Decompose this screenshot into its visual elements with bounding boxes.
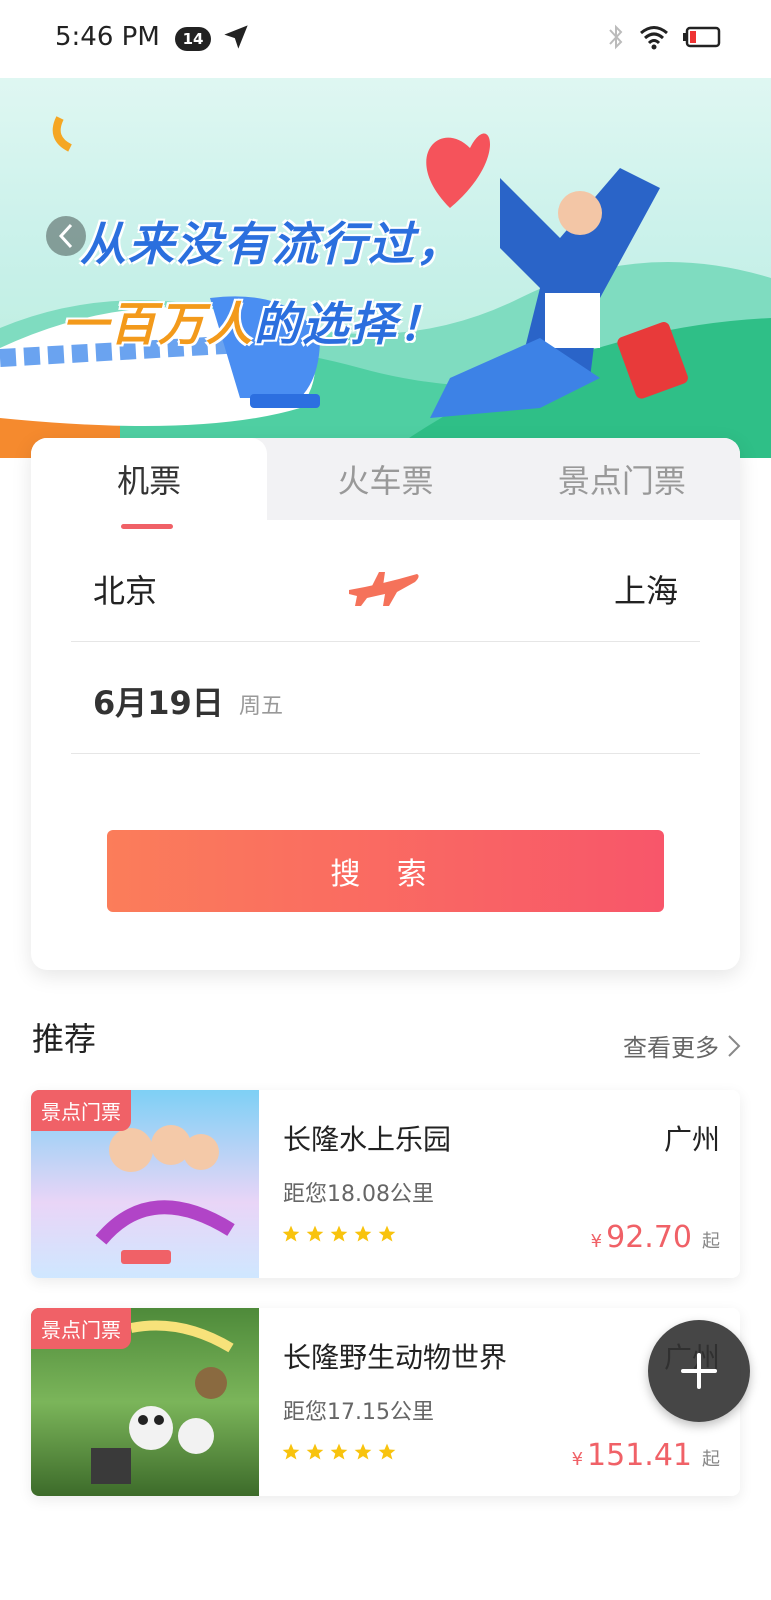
rating-stars (281, 1224, 397, 1244)
recommend-title: 推荐 (32, 1020, 97, 1058)
wifi-icon (640, 26, 668, 50)
star-icon (282, 1225, 300, 1242)
star-icon (354, 1225, 372, 1242)
star-icon (378, 1443, 396, 1460)
price-value: 92.70 (606, 1220, 692, 1255)
item-price: ¥ 151.41 起 (572, 1438, 720, 1473)
battery-icon (683, 26, 721, 48)
date-row[interactable]: 6月19日 周五 (71, 642, 700, 754)
view-more-label: 查看更多 (623, 1034, 719, 1062)
recommend-item[interactable]: 景点门票 长隆野生动物世界 广州 距您17.15公里 ¥ 151.41 起 (31, 1308, 740, 1496)
booking-card: 机票 火车票 景点门票 北京 上海 6月19日 周五 搜 索 (31, 438, 740, 970)
currency-symbol: ¥ (590, 1231, 603, 1252)
departure-weekday: 周五 (239, 694, 284, 719)
status-bar: 5:46 PM 14 (0, 0, 771, 78)
bluetooth-icon (609, 24, 623, 50)
star-icon (306, 1225, 324, 1242)
route-row: 北京 上海 (71, 538, 700, 642)
category-tag: 景点门票 (31, 1308, 131, 1349)
chevron-right-icon (728, 1034, 741, 1057)
view-more-link[interactable]: 查看更多 (623, 1028, 741, 1063)
price-value: 151.41 (587, 1438, 692, 1473)
booking-tabs: 机票 火车票 景点门票 (31, 438, 740, 520)
departure-date: 6月19日 (93, 684, 224, 722)
banner-slogan-line1: 从来没有流行过， (80, 217, 464, 271)
add-floating-button[interactable] (648, 1320, 750, 1422)
airplane-icon[interactable] (343, 562, 423, 612)
category-tag: 景点门票 (31, 1090, 131, 1131)
promo-banner[interactable]: 从来没有流行过， 一百万人的选择！ (0, 78, 771, 458)
recommend-item[interactable]: 景点门票 长隆水上乐园 广州 距您18.08公里 ¥ 92.70 起 (31, 1090, 740, 1278)
item-city: 广州 (663, 1123, 720, 1156)
star-icon (330, 1225, 348, 1242)
status-time: 5:46 PM (55, 22, 160, 52)
arrival-city[interactable]: 上海 (614, 566, 678, 612)
price-suffix: 起 (702, 1231, 720, 1252)
currency-symbol: ¥ (571, 1449, 584, 1470)
star-icon (282, 1443, 300, 1460)
active-tab-indicator (121, 524, 173, 529)
search-button[interactable]: 搜 索 (107, 830, 664, 912)
chevron-left-icon (58, 223, 73, 249)
item-name: 长隆野生动物世界 (283, 1341, 508, 1374)
tab-flight[interactable]: 机票 (31, 438, 268, 520)
plus-icon (681, 1353, 717, 1389)
item-name: 长隆水上乐园 (283, 1123, 452, 1156)
notification-badge: 14 (175, 27, 211, 51)
item-distance: 距您17.15公里 (283, 1400, 434, 1425)
star-icon (306, 1443, 324, 1460)
rating-stars (281, 1442, 397, 1462)
star-icon (354, 1443, 372, 1460)
item-price: ¥ 92.70 起 (591, 1220, 720, 1255)
item-distance: 距您18.08公里 (283, 1182, 434, 1207)
price-suffix: 起 (702, 1449, 720, 1470)
star-icon (378, 1225, 396, 1242)
location-arrow-icon (224, 25, 248, 49)
status-icons (607, 22, 721, 52)
tab-attraction[interactable]: 景点门票 (504, 438, 740, 520)
departure-city[interactable]: 北京 (93, 566, 157, 612)
banner-slogan-highlight: 一百万人 (62, 297, 254, 351)
tab-train[interactable]: 火车票 (267, 438, 503, 520)
star-icon (330, 1443, 348, 1460)
banner-slogan-line2: 一百万人的选择！ (62, 288, 446, 354)
banner-slogan-rest: 的选择！ (254, 297, 446, 351)
